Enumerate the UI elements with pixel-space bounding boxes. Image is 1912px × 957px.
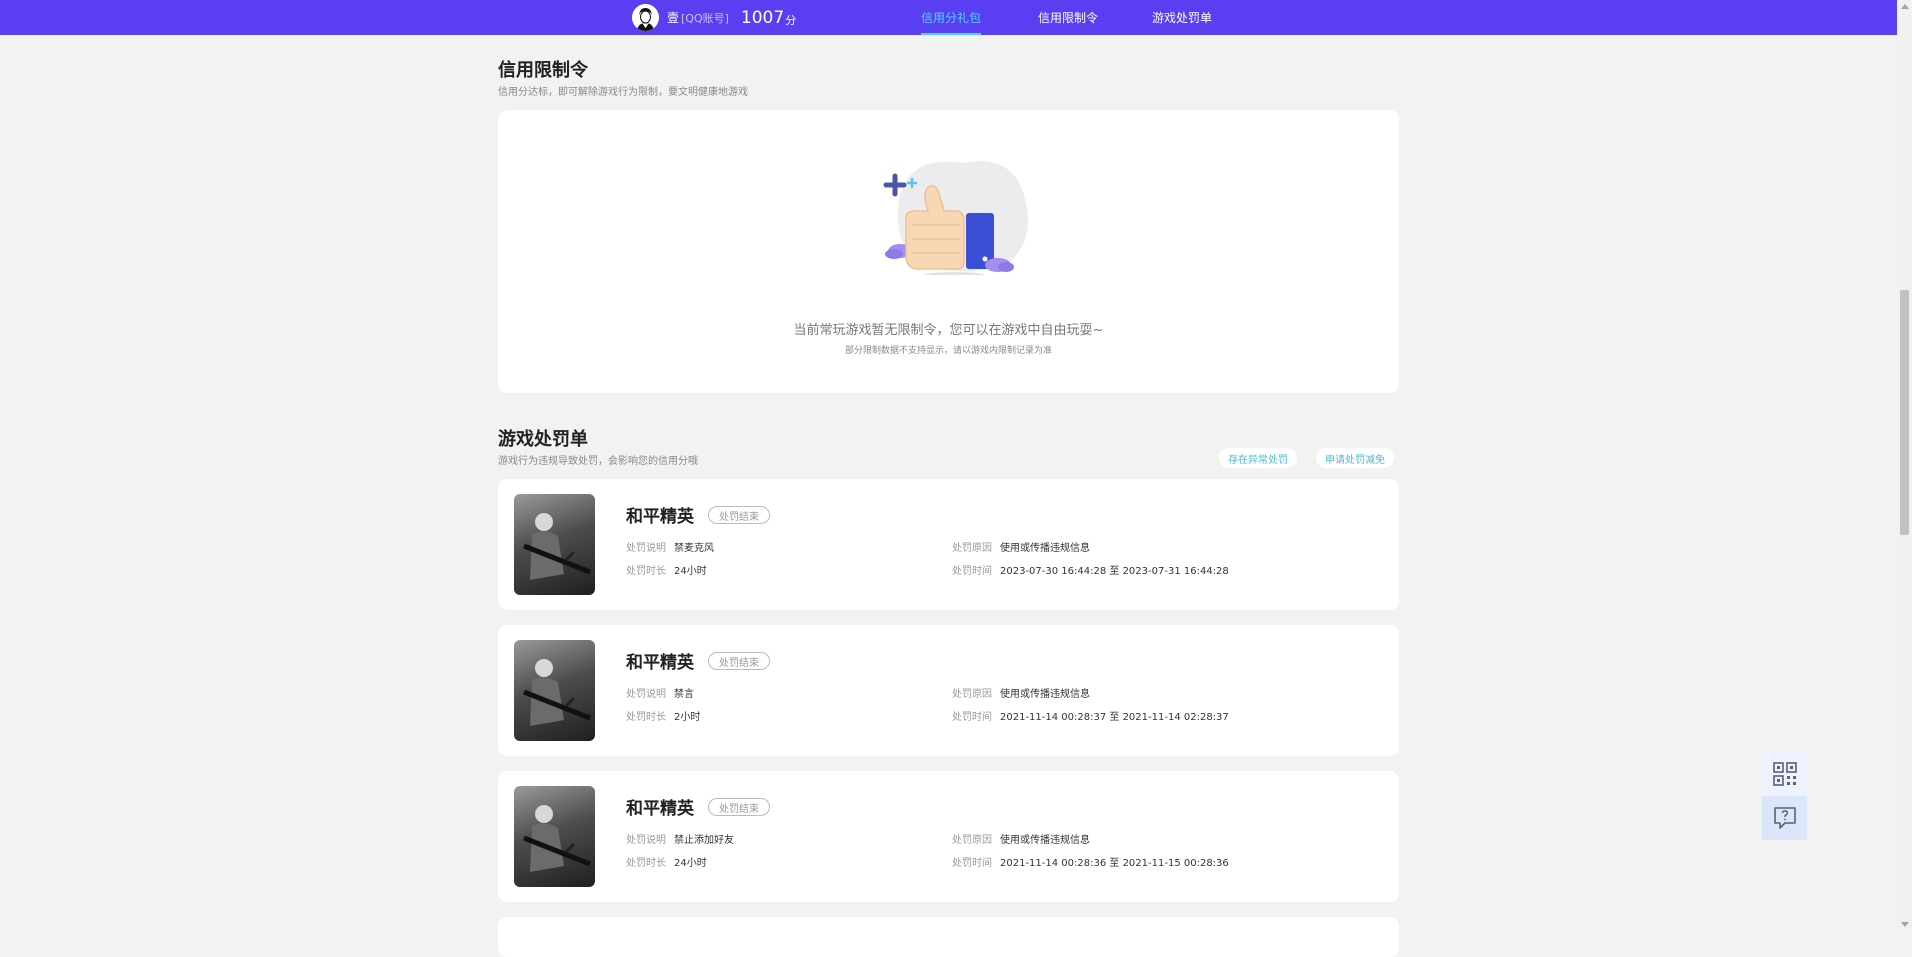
penalty-description: 处罚说明 禁止添加好友: [626, 831, 734, 846]
user-info: 壹 [QQ账号] 1007 分: [632, 3, 796, 32]
credit-score: 1007: [740, 7, 785, 28]
game-name: 和平精英: [626, 653, 694, 673]
penalty-duration-value: 2小时: [674, 712, 701, 723]
penalty-description-value: 禁麦克风: [674, 543, 714, 554]
penalty-record-card: 和平精英 处罚结束 处罚说明 禁止添加好友 处罚时长 24小时 处罚原因 使用或传播违…: [498, 771, 1399, 902]
penalty-status-badge: 处罚结束: [708, 652, 770, 670]
penalty-time: 处罚时间 2023-07-30 16:44:28 至 2023-07-31 16:…: [952, 562, 1229, 577]
user-name: 壹: [667, 11, 680, 25]
penalty-duration-value: 24小时: [674, 858, 707, 869]
tab-credit-restriction[interactable]: 信用限制令: [1038, 0, 1098, 35]
restriction-panel: 当前常玩游戏暂无限制令，您可以在游戏中自由玩耍~ 部分限制数据不支持显示，请以游…: [498, 110, 1399, 393]
restriction-empty-text: 当前常玩游戏暂无限制令，您可以在游戏中自由玩耍~: [793, 323, 1104, 338]
feedback-icon: [1773, 807, 1796, 829]
qrcode-button[interactable]: [1762, 752, 1807, 796]
penalty-time-label: 处罚时间: [952, 712, 992, 723]
qrcode-icon: [1772, 762, 1797, 786]
penalty-section-title: 游戏处罚单: [498, 429, 588, 450]
tab-credit-gift[interactable]: 信用分礼包: [921, 0, 982, 35]
penalty-time-label: 处罚时间: [952, 858, 992, 869]
penalty-status-badge: 处罚结束: [708, 798, 770, 816]
penalty-duration-label: 处罚时长: [626, 712, 666, 723]
game-thumbnail: [514, 640, 595, 741]
penalty-reason-value: 使用或传播违规信息: [1000, 835, 1090, 846]
penalty-description-label: 处罚说明: [626, 835, 666, 846]
scrollbar-thumb[interactable]: [1900, 290, 1909, 535]
game-thumbnail: [514, 786, 595, 887]
penalty-reason-label: 处罚原因: [952, 689, 992, 700]
penalty-record-card: [498, 917, 1399, 957]
penalty-reason: 处罚原因 使用或传播违规信息: [952, 831, 1090, 846]
penalty-duration: 处罚时长 2小时: [626, 708, 700, 723]
scroll-down-arrow-icon[interactable]: [1901, 922, 1909, 927]
penalty-record-card: 和平精英 处罚结束 处罚说明 禁麦克风 处罚时长 24小时 处罚原因 使用或传播违规信…: [498, 479, 1399, 610]
penalty-duration: 处罚时长 24小时: [626, 854, 707, 869]
penalty-status-badge: 处罚结束: [708, 506, 770, 524]
penalty-duration: 处罚时长 24小时: [626, 562, 707, 577]
penalty-record-card: 和平精英 处罚结束 处罚说明 禁言 处罚时长 2小时 处罚原因 使用或传播违规信息 处…: [498, 625, 1399, 756]
penalty-reason-value: 使用或传播违规信息: [1000, 689, 1090, 700]
tab-credit-restriction-label: 信用限制令: [1038, 11, 1099, 25]
abnormal-penalty-button[interactable]: 存在异常处罚: [1219, 448, 1297, 468]
penalty-time-value: 2021-11-14 00:28:36 至 2021-11-15 00:28:3…: [1000, 858, 1229, 869]
game-name: 和平精英: [626, 799, 694, 819]
penalty-time: 处罚时间 2021-11-14 00:28:37 至 2021-11-14 02:…: [952, 708, 1229, 723]
feedback-button[interactable]: [1762, 796, 1807, 840]
penalty-reason-label: 处罚原因: [952, 543, 992, 554]
penalty-description-value: 禁止添加好友: [674, 835, 734, 846]
penalty-reason: 处罚原因 使用或传播违规信息: [952, 685, 1090, 700]
user-avatar[interactable]: [632, 4, 659, 31]
scroll-up-arrow-icon[interactable]: [1901, 4, 1909, 9]
restriction-empty-note: 部分限制数据不支持显示，请以游戏内限制记录为准: [844, 346, 1052, 356]
vertical-scrollbar[interactable]: [1897, 0, 1912, 932]
penalty-duration-label: 处罚时长: [626, 566, 666, 577]
penalty-time-value: 2023-07-30 16:44:28 至 2023-07-31 16:44:2…: [1000, 566, 1229, 577]
penalty-duration-label: 处罚时长: [626, 858, 666, 869]
apply-penalty-reduction-button[interactable]: 申请处罚减免: [1316, 448, 1394, 468]
penalty-description-value: 禁言: [674, 689, 694, 700]
credit-score-unit: 分: [785, 13, 797, 27]
thumbs-up-illustration: [883, 161, 1028, 275]
penalty-reason-value: 使用或传播违规信息: [1000, 543, 1090, 554]
restriction-section-subtitle: 信用分达标，即可解除游戏行为限制，要文明健康地游戏: [498, 87, 748, 98]
penalty-reason: 处罚原因 使用或传播违规信息: [952, 539, 1090, 554]
penalty-description: 处罚说明 禁麦克风: [626, 539, 714, 554]
penalty-time-label: 处罚时间: [952, 566, 992, 577]
penalty-description: 处罚说明 禁言: [626, 685, 694, 700]
tab-game-penalty-label: 游戏处罚单: [1152, 11, 1213, 25]
account-type: [QQ账号]: [681, 11, 729, 25]
penalty-description-label: 处罚说明: [626, 543, 666, 554]
penalty-time-value: 2021-11-14 00:28:37 至 2021-11-14 02:28:3…: [1000, 712, 1229, 723]
penalty-reason-label: 处罚原因: [952, 835, 992, 846]
restriction-section-title: 信用限制令: [498, 60, 588, 81]
game-thumbnail: [514, 494, 595, 595]
tab-credit-gift-label: 信用分礼包: [921, 11, 982, 25]
penalty-duration-value: 24小时: [674, 566, 707, 577]
penalty-time: 处罚时间 2021-11-14 00:28:36 至 2021-11-15 00:…: [952, 854, 1229, 869]
penalty-description-label: 处罚说明: [626, 689, 666, 700]
active-tab-indicator: [921, 33, 982, 35]
top-navigation-bar: 壹 [QQ账号] 1007 分 信用分礼包 信用限制令 游戏处罚单: [0, 0, 1912, 35]
game-name: 和平精英: [626, 507, 694, 527]
tab-game-penalty[interactable]: 游戏处罚单: [1152, 0, 1212, 35]
penalty-section-subtitle: 游戏行为违规导致处罚，会影响您的信用分哦: [498, 456, 698, 467]
